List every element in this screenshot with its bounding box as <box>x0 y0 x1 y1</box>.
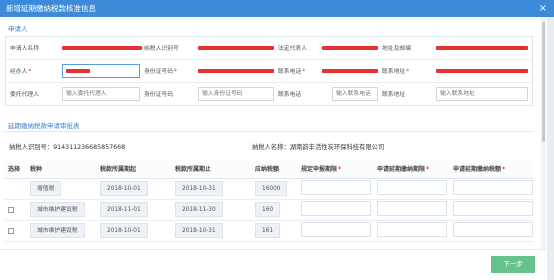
scrollbar-thumb[interactable] <box>542 22 545 142</box>
dialog-title: 新增延期缴纳税款核准信息 <box>6 4 96 13</box>
period-start-cell: 2018-10-01 <box>100 181 148 196</box>
handler-id-label: 身份证号码* <box>144 69 177 75</box>
table-row: 城市维护建设税 2018-10-01 2018-10-31 161 <box>5 220 533 242</box>
applicant-row: 委托代理人 输入委托代理人 身份证号码 输入身份证号码 联系电话 输入联系电话 … <box>6 83 532 106</box>
redacted-handler-id <box>198 69 274 73</box>
deferral-amount-input[interactable] <box>453 222 533 237</box>
required-mark: * <box>338 166 342 174</box>
taxpayer-id-label: 纳税人识别号 <box>144 46 179 52</box>
handler-phone-label: 联系电话* <box>278 69 306 75</box>
tax-type-cell: 增值税 <box>30 181 62 196</box>
header-filing-deadline: 规定申报期限* <box>298 160 374 179</box>
filing-deadline-input[interactable] <box>301 222 371 237</box>
next-step-button[interactable]: 下一步 <box>491 256 535 273</box>
table-header-row: 选择 税种 税款所属期起 税款所属期止 应纳税额 规定申报期限* 申请延期缴纳期… <box>5 160 533 179</box>
agent-addr-input[interactable]: 输入联系地址 <box>436 87 528 101</box>
tax-amount-cell: 161 <box>255 223 281 238</box>
header-tax-type: 税种 <box>27 160 97 179</box>
agent-phone-input[interactable]: 输入联系电话 <box>332 87 378 101</box>
row-checkbox[interactable] <box>8 206 14 213</box>
table-row: 增值税 2018-10-01 2018-10-31 16000 <box>5 178 533 200</box>
redacted-taxpayer-id <box>198 46 274 50</box>
applicant-row: 申请人名称 纳税人识别号 法定代表人 地址及邮编 <box>6 37 532 60</box>
header-tax-amount: 应纳税额 <box>252 160 298 179</box>
redacted-legal-rep <box>322 46 378 50</box>
deferral-period-input[interactable] <box>377 180 447 195</box>
required-mark: * <box>406 69 410 75</box>
redacted-contact-addr <box>436 69 528 73</box>
deferral-period-input[interactable] <box>377 222 447 237</box>
tax-deferral-table: 选择 税种 税款所属期起 税款所属期止 应纳税额 规定申报期限* 申请延期缴纳期… <box>5 160 533 242</box>
applicant-row: 经办人* 身份证号码* 联系电话* 联系地址* <box>6 60 532 83</box>
period-end-cell: 2018-10-31 <box>175 223 223 238</box>
tax-amount-cell: 160 <box>255 202 281 217</box>
redacted-handler <box>66 69 90 73</box>
redacted-handler-phone <box>322 69 378 73</box>
header-period-end: 税款所属期止 <box>172 160 252 179</box>
required-mark: * <box>28 69 32 75</box>
taxpayer-name-text: 纳税人名称：湖南韵丰活性炭环保科技有限公司 <box>252 144 385 151</box>
period-start-cell: 2018-10-01 <box>100 223 148 238</box>
dialog-title-bar: 新增延期缴纳税款核准信息 × <box>0 0 554 17</box>
filing-deadline-input[interactable] <box>301 180 371 195</box>
period-end-cell: 2018-10-31 <box>175 181 223 196</box>
handler-contact-addr-label: 联系地址* <box>382 69 410 75</box>
period-end-cell: 2018-11-30 <box>175 202 223 217</box>
footer-divider <box>0 249 554 250</box>
redacted-address <box>436 46 528 50</box>
required-mark: * <box>502 166 506 174</box>
address-label: 地址及邮编 <box>382 46 411 52</box>
handler-input[interactable] <box>62 64 140 78</box>
deferral-period-input[interactable] <box>377 201 447 216</box>
applicant-form: 申请人名称 纳税人识别号 法定代表人 地址及邮编 经办人* 身份证号码* 联系电… <box>5 36 533 106</box>
agent-addr-label: 联系地址 <box>382 92 406 98</box>
header-deferral-amount: 申请延期缴纳税额* <box>450 160 533 179</box>
deferral-amount-input[interactable] <box>453 180 533 195</box>
header-period-start: 税款所属期起 <box>97 160 172 179</box>
agent-phone-label: 联系电话 <box>278 92 302 98</box>
section-applicant-title: 申请人 <box>8 25 28 33</box>
required-mark: * <box>174 69 177 75</box>
window-edge <box>547 17 554 280</box>
tax-amount-cell: 16000 <box>255 181 288 196</box>
required-mark: * <box>426 166 430 174</box>
handler-label: 经办人* <box>10 69 32 75</box>
period-start-cell: 2018-11-01 <box>100 202 148 217</box>
filing-deadline-input[interactable] <box>301 201 371 216</box>
required-mark: * <box>302 69 306 75</box>
row-checkbox[interactable] <box>8 227 14 234</box>
tax-type-cell: 城市维护建设税 <box>30 223 85 238</box>
deferral-amount-input[interactable] <box>453 201 533 216</box>
header-select: 选择 <box>5 160 27 179</box>
agent-id-input[interactable]: 输入身份证号码 <box>198 87 274 101</box>
agent-input[interactable]: 输入委托代理人 <box>62 87 140 101</box>
close-icon[interactable]: × <box>539 1 547 16</box>
redacted-applicant-name <box>62 46 142 50</box>
tax-type-cell: 城市维护建设税 <box>30 202 85 217</box>
agent-id-label: 身份证号码 <box>144 92 173 98</box>
header-deferral-period: 申请延期缴纳期限* <box>374 160 450 179</box>
agent-label: 委托代理人 <box>10 92 39 98</box>
taxpayer-id-text: 纳税人识别号：914311236685857668 <box>9 144 126 151</box>
section-table-title: 延期缴纳税款申请审批表 <box>5 120 533 132</box>
table-row: 城市维护建设税 2018-11-01 2018-11-30 160 <box>5 199 533 221</box>
legal-rep-label: 法定代表人 <box>278 46 307 52</box>
applicant-name-label: 申请人名称 <box>10 46 39 52</box>
